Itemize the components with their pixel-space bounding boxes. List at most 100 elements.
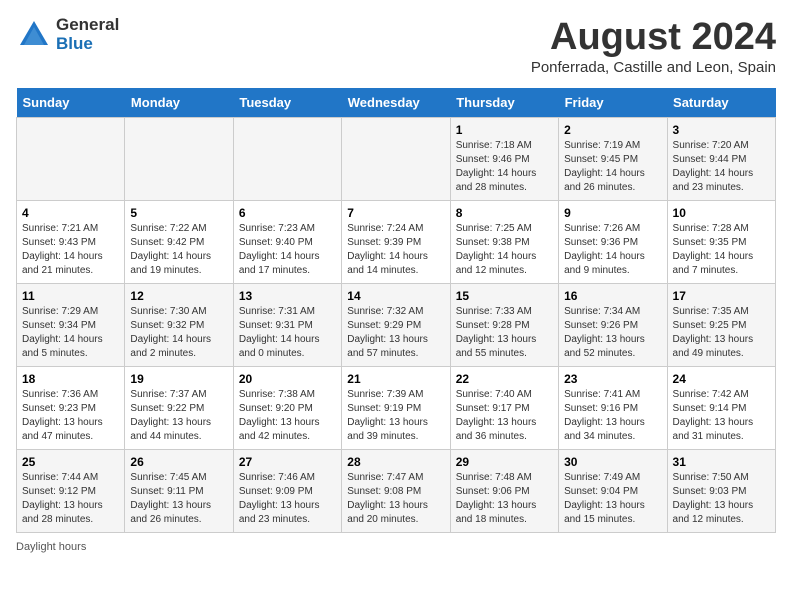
day-info: Sunrise: 7:46 AM Sunset: 9:09 PM Dayligh… (239, 471, 336, 527)
day-number: 5 (130, 206, 227, 220)
day-info: Sunrise: 7:45 AM Sunset: 9:11 PM Dayligh… (130, 471, 227, 527)
week-row-2: 4Sunrise: 7:21 AM Sunset: 9:43 PM Daylig… (17, 201, 776, 284)
week-row-4: 18 Sunrise: 7:36 AM Sunset: 9:23 PM Dayli… (17, 367, 776, 450)
day-info: Sunrise: 7:47 AM Sunset: 9:08 PM Dayligh… (347, 471, 444, 527)
calendar-cell: 9 Sunrise: 7:26 AM Sunset: 9:36 PM Daylig… (559, 201, 667, 284)
day-header-saturday: Saturday (667, 88, 775, 118)
header: General Blue August 2024 Ponferrada, Cas… (16, 16, 776, 76)
day-number: 21 (347, 372, 444, 386)
day-info: Sunrise: 7:33 AM Sunset: 9:28 PM Dayligh… (456, 305, 553, 361)
calendar-cell: 8 Sunrise: 7:25 AM Sunset: 9:38 PM Daylig… (450, 201, 558, 284)
day-info: Sunrise: 7:50 AM Sunset: 9:03 PM Dayligh… (673, 471, 770, 527)
calendar-cell: 2 Sunrise: 7:19 AM Sunset: 9:45 PM Daylig… (559, 118, 667, 201)
day-number: 10 (673, 206, 770, 220)
day-number: 12 (130, 289, 227, 303)
day-info: Sunrise: 7:37 AM Sunset: 9:22 PM Dayligh… (130, 388, 227, 444)
calendar-cell: 14 Sunrise: 7:32 AM Sunset: 9:29 PM Dayli… (342, 284, 450, 367)
calendar-cell: 31 Sunrise: 7:50 AM Sunset: 9:03 PM Dayli… (667, 450, 775, 533)
calendar-cell: 29 Sunrise: 7:48 AM Sunset: 9:06 PM Dayli… (450, 450, 558, 533)
days-header-row: SundayMondayTuesdayWednesdayThursdayFrid… (17, 88, 776, 118)
day-number: 31 (673, 455, 770, 469)
day-info: Sunrise: 7:31 AM Sunset: 9:31 PM Dayligh… (239, 305, 336, 361)
day-info: Sunrise: 7:49 AM Sunset: 9:04 PM Dayligh… (564, 471, 661, 527)
day-number: 3 (673, 123, 770, 137)
calendar-cell: 22Sunrise: 7:40 AM Sunset: 9:17 PM Dayli… (450, 367, 558, 450)
day-number: 20 (239, 372, 336, 386)
day-header-tuesday: Tuesday (233, 88, 341, 118)
day-header-thursday: Thursday (450, 88, 558, 118)
day-number: 28 (347, 455, 444, 469)
calendar-cell: 23Sunrise: 7:41 AM Sunset: 9:16 PM Dayli… (559, 367, 667, 450)
week-row-3: 11 Sunrise: 7:29 AM Sunset: 9:34 PM Dayli… (17, 284, 776, 367)
day-number: 8 (456, 206, 553, 220)
day-number: 29 (456, 455, 553, 469)
calendar-cell: 16Sunrise: 7:34 AM Sunset: 9:26 PM Dayli… (559, 284, 667, 367)
day-info: Sunrise: 7:42 AM Sunset: 9:14 PM Dayligh… (673, 388, 770, 444)
day-number: 13 (239, 289, 336, 303)
daylight-hours-label: Daylight hours (16, 541, 86, 553)
calendar-cell (233, 118, 341, 201)
logo-icon (16, 17, 52, 53)
calendar-cell: 30Sunrise: 7:49 AM Sunset: 9:04 PM Dayli… (559, 450, 667, 533)
day-number: 9 (564, 206, 661, 220)
day-info: Sunrise: 7:30 AM Sunset: 9:32 PM Dayligh… (130, 305, 227, 361)
day-info: Sunrise: 7:20 AM Sunset: 9:44 PM Dayligh… (673, 139, 770, 195)
day-number: 15 (456, 289, 553, 303)
calendar-cell: 6 Sunrise: 7:23 AM Sunset: 9:40 PM Daylig… (233, 201, 341, 284)
day-info: Sunrise: 7:32 AM Sunset: 9:29 PM Dayligh… (347, 305, 444, 361)
day-info: Sunrise: 7:22 AM Sunset: 9:42 PM Dayligh… (130, 222, 227, 278)
calendar-cell: 17Sunrise: 7:35 AM Sunset: 9:25 PM Dayli… (667, 284, 775, 367)
day-number: 22 (456, 372, 553, 386)
calendar-cell (342, 118, 450, 201)
day-info: Sunrise: 7:36 AM Sunset: 9:23 PM Dayligh… (22, 388, 119, 444)
day-info: Sunrise: 7:29 AM Sunset: 9:34 PM Dayligh… (22, 305, 119, 361)
calendar-title: August 2024 (531, 16, 776, 59)
calendar-cell: 24 Sunrise: 7:42 AM Sunset: 9:14 PM Dayli… (667, 367, 775, 450)
day-info: Sunrise: 7:34 AM Sunset: 9:26 PM Dayligh… (564, 305, 661, 361)
calendar-cell: 3 Sunrise: 7:20 AM Sunset: 9:44 PM Daylig… (667, 118, 775, 201)
day-number: 25 (22, 455, 119, 469)
day-info: Sunrise: 7:21 AM Sunset: 9:43 PM Dayligh… (22, 222, 119, 278)
day-info: Sunrise: 7:39 AM Sunset: 9:19 PM Dayligh… (347, 388, 444, 444)
logo-general-text: General (56, 16, 119, 35)
calendar-cell: 28 Sunrise: 7:47 AM Sunset: 9:08 PM Dayli… (342, 450, 450, 533)
day-number: 18 (22, 372, 119, 386)
day-info: Sunrise: 7:18 AM Sunset: 9:46 PM Dayligh… (456, 139, 553, 195)
calendar-cell: 20 Sunrise: 7:38 AM Sunset: 9:20 PM Dayli… (233, 367, 341, 450)
day-info: Sunrise: 7:24 AM Sunset: 9:39 PM Dayligh… (347, 222, 444, 278)
day-info: Sunrise: 7:23 AM Sunset: 9:40 PM Dayligh… (239, 222, 336, 278)
day-info: Sunrise: 7:44 AM Sunset: 9:12 PM Dayligh… (22, 471, 119, 527)
day-number: 19 (130, 372, 227, 386)
day-info: Sunrise: 7:19 AM Sunset: 9:45 PM Dayligh… (564, 139, 661, 195)
day-header-friday: Friday (559, 88, 667, 118)
day-info: Sunrise: 7:38 AM Sunset: 9:20 PM Dayligh… (239, 388, 336, 444)
calendar-cell (125, 118, 233, 201)
calendar-cell: 12 Sunrise: 7:30 AM Sunset: 9:32 PM Dayli… (125, 284, 233, 367)
calendar-cell: 13 Sunrise: 7:31 AM Sunset: 9:31 PM Dayli… (233, 284, 341, 367)
day-number: 14 (347, 289, 444, 303)
calendar-cell: 27Sunrise: 7:46 AM Sunset: 9:09 PM Dayli… (233, 450, 341, 533)
calendar-cell: 4Sunrise: 7:21 AM Sunset: 9:43 PM Daylig… (17, 201, 125, 284)
calendar-cell: 15 Sunrise: 7:33 AM Sunset: 9:28 PM Dayli… (450, 284, 558, 367)
day-info: Sunrise: 7:48 AM Sunset: 9:06 PM Dayligh… (456, 471, 553, 527)
day-info: Sunrise: 7:26 AM Sunset: 9:36 PM Dayligh… (564, 222, 661, 278)
day-header-wednesday: Wednesday (342, 88, 450, 118)
calendar-location: Ponferrada, Castille and Leon, Spain (531, 59, 776, 76)
day-number: 6 (239, 206, 336, 220)
day-number: 24 (673, 372, 770, 386)
day-number: 26 (130, 455, 227, 469)
calendar-cell: 10 Sunrise: 7:28 AM Sunset: 9:35 PM Dayli… (667, 201, 775, 284)
day-number: 23 (564, 372, 661, 386)
day-number: 2 (564, 123, 661, 137)
day-number: 11 (22, 289, 119, 303)
calendar-cell: 26 Sunrise: 7:45 AM Sunset: 9:11 PM Dayli… (125, 450, 233, 533)
day-info: Sunrise: 7:28 AM Sunset: 9:35 PM Dayligh… (673, 222, 770, 278)
calendar-cell: 19 Sunrise: 7:37 AM Sunset: 9:22 PM Dayli… (125, 367, 233, 450)
logo-blue-text: Blue (56, 35, 119, 54)
day-info: Sunrise: 7:25 AM Sunset: 9:38 PM Dayligh… (456, 222, 553, 278)
calendar-cell: 25 Sunrise: 7:44 AM Sunset: 9:12 PM Dayli… (17, 450, 125, 533)
day-number: 7 (347, 206, 444, 220)
calendar-cell: 7 Sunrise: 7:24 AM Sunset: 9:39 PM Daylig… (342, 201, 450, 284)
calendar-cell: 5 Sunrise: 7:22 AM Sunset: 9:42 PM Daylig… (125, 201, 233, 284)
week-row-1: 1Sunrise: 7:18 AM Sunset: 9:46 PM Daylig… (17, 118, 776, 201)
